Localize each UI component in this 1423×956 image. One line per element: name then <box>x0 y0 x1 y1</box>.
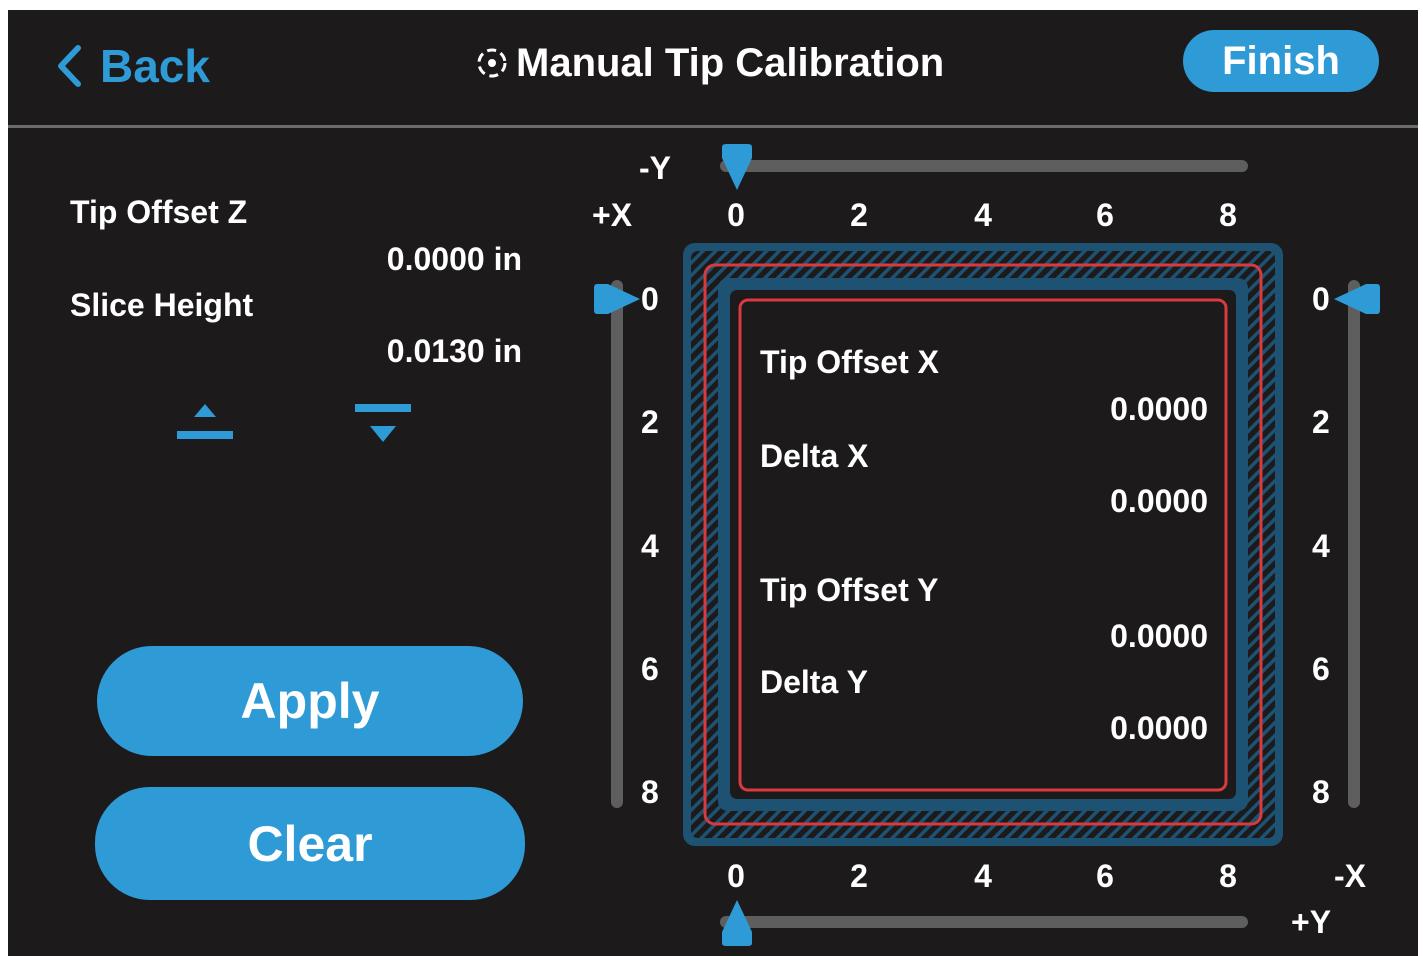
page-title-text: Manual Tip Calibration <box>516 40 945 85</box>
neg-x-label: -X <box>1334 858 1366 894</box>
slider-handle-right-icon <box>594 284 640 314</box>
bottom-slider-handle[interactable] <box>720 898 754 946</box>
delta-y-label: Delta Y <box>760 664 868 700</box>
lower-platform-button[interactable] <box>352 402 414 446</box>
top-slider-track[interactable] <box>720 160 1248 172</box>
bottom-tick-8: 8 <box>1219 858 1237 894</box>
tip-offset-z-value: 0.0000 in <box>386 241 522 277</box>
tip-offset-y-label: Tip Offset Y <box>760 572 939 608</box>
top-tick-4: 4 <box>974 197 992 233</box>
right-tick-4: 4 <box>1312 528 1330 564</box>
top-slider-handle[interactable] <box>720 144 754 192</box>
finish-button[interactable]: Finish <box>1183 30 1379 92</box>
left-slider-handle[interactable] <box>594 282 642 316</box>
bottom-tick-0: 0 <box>727 858 745 894</box>
top-tick-0: 0 <box>727 197 745 233</box>
bottom-tick-6: 6 <box>1096 858 1114 894</box>
bottom-tick-2: 2 <box>850 858 868 894</box>
platform-up-icon <box>177 404 233 439</box>
slider-handle-down-icon <box>722 144 752 190</box>
right-tick-6: 6 <box>1312 651 1330 687</box>
platform-down-icon <box>355 404 411 442</box>
right-slider-handle[interactable] <box>1332 282 1380 316</box>
chevron-left-icon <box>58 45 81 87</box>
slider-handle-left-icon <box>1334 284 1380 314</box>
right-tick-0: 0 <box>1312 281 1330 317</box>
right-tick-8: 8 <box>1312 774 1330 810</box>
top-tick-8: 8 <box>1219 197 1237 233</box>
top-tick-2: 2 <box>850 197 868 233</box>
delta-x-label: Delta X <box>760 438 869 474</box>
build-plate <box>683 243 1283 846</box>
right-tick-2: 2 <box>1312 404 1330 440</box>
delta-x-value: 0.0000 <box>1110 483 1208 519</box>
neg-y-label: -Y <box>639 150 671 186</box>
back-button[interactable]: Back <box>56 40 210 92</box>
left-tick-0: 0 <box>641 281 659 317</box>
delta-y-value: 0.0000 <box>1110 710 1208 746</box>
tip-offset-y-value: 0.0000 <box>1110 618 1208 654</box>
build-plate-graphic <box>683 243 1283 846</box>
bottom-slider-track[interactable] <box>720 916 1248 928</box>
tip-offset-z-label: Tip Offset Z <box>70 194 248 230</box>
left-slider-track[interactable] <box>611 280 623 808</box>
left-tick-2: 2 <box>641 404 659 440</box>
slider-handle-up-icon <box>722 900 752 946</box>
apply-button[interactable]: Apply <box>97 646 523 756</box>
pos-x-label: +X <box>592 197 633 233</box>
bottom-tick-4: 4 <box>974 858 992 894</box>
slice-height-label: Slice Height <box>70 287 254 323</box>
target-icon <box>477 48 507 78</box>
left-tick-8: 8 <box>641 774 659 810</box>
header-divider <box>8 125 1418 128</box>
tip-offset-x-label: Tip Offset X <box>760 344 939 380</box>
calibration-screen: Back Manual Tip Calibration Finish Tip O… <box>8 10 1418 956</box>
page-title: Manual Tip Calibration <box>472 40 944 86</box>
right-slider-track[interactable] <box>1348 280 1360 808</box>
raise-platform-button[interactable] <box>174 402 236 446</box>
left-tick-4: 4 <box>641 528 659 564</box>
slice-height-value: 0.0130 in <box>386 333 522 369</box>
left-tick-6: 6 <box>641 651 659 687</box>
top-tick-6: 6 <box>1096 197 1114 233</box>
back-label: Back <box>100 40 210 92</box>
clear-button[interactable]: Clear <box>95 787 525 900</box>
pos-y-label: +Y <box>1291 904 1332 940</box>
tip-offset-x-value: 0.0000 <box>1110 391 1208 427</box>
